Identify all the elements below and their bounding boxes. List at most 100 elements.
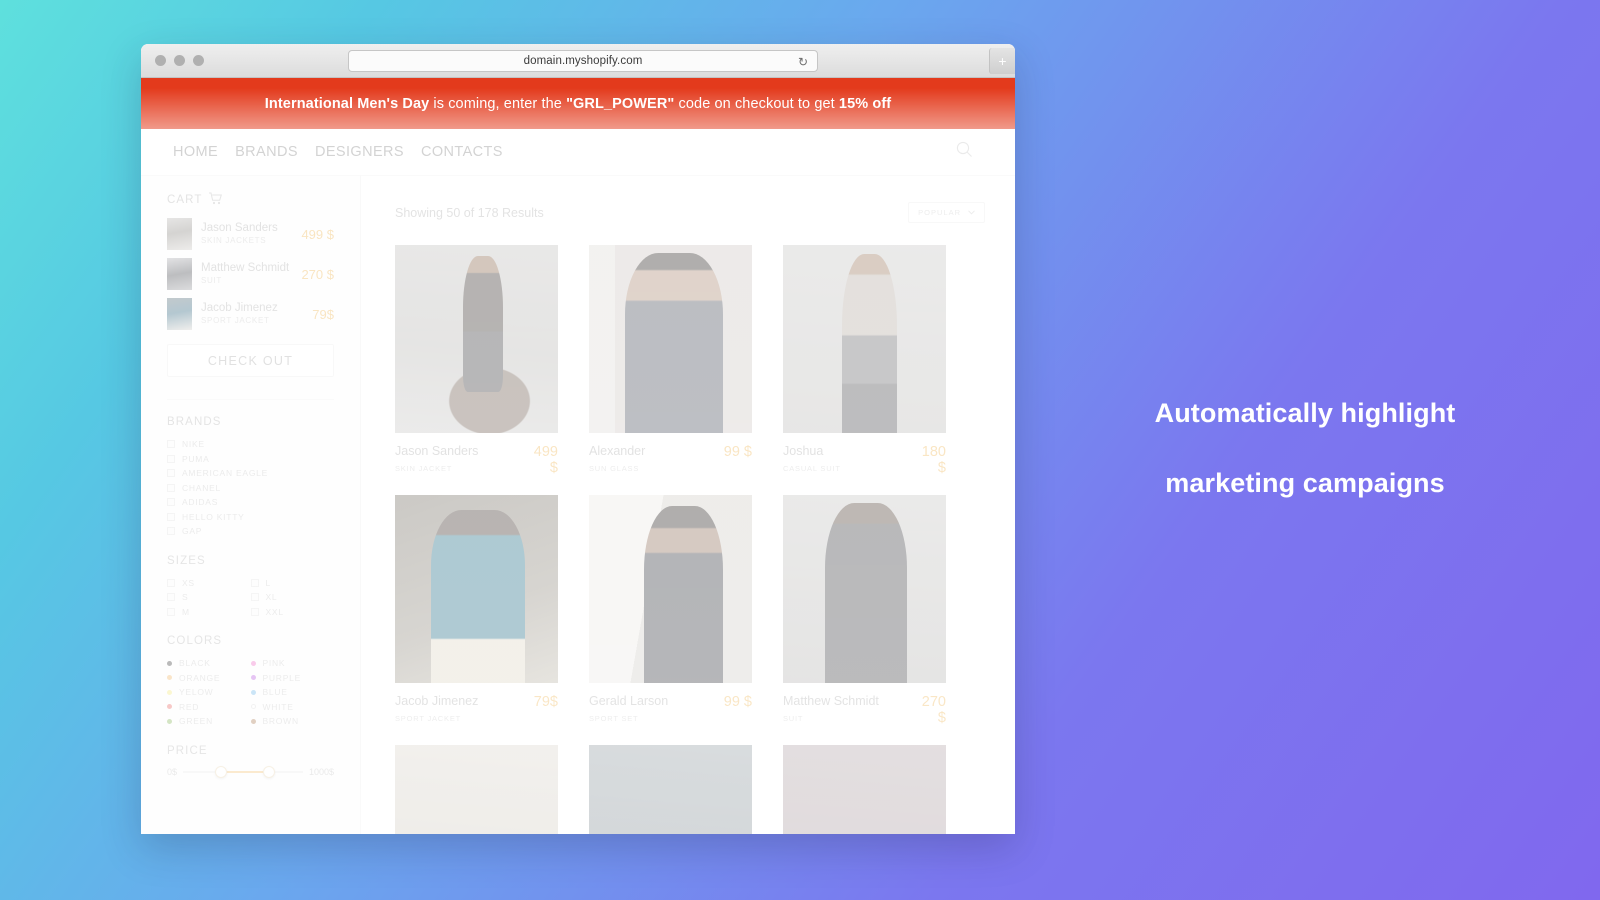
headline-line-1: Automatically highlight bbox=[1154, 398, 1456, 428]
product-image[interactable] bbox=[783, 495, 946, 683]
product-card[interactable]: Jacob Jimenez SPORT JACKET 79$ bbox=[395, 495, 558, 726]
color-swatch-icon bbox=[167, 718, 172, 724]
nav-item-designers[interactable]: DESIGNERS bbox=[315, 144, 404, 160]
product-text: Jason Sanders SKIN JACKET bbox=[395, 444, 478, 475]
product-card[interactable] bbox=[783, 745, 946, 834]
color-option-blue[interactable]: BLUE bbox=[250, 685, 335, 700]
checkbox-icon[interactable] bbox=[250, 607, 259, 616]
product-card[interactable]: Jason Sanders SKIN JACKET 499 $ bbox=[395, 245, 558, 476]
brand-option-gap[interactable]: GAP bbox=[167, 524, 334, 539]
size-option-xxl[interactable]: XXL bbox=[250, 605, 335, 620]
product-image[interactable] bbox=[395, 245, 558, 433]
cart-item[interactable]: Jason Sanders SKIN JACKETS 499 $ bbox=[167, 218, 334, 250]
color-option-red[interactable]: RED bbox=[167, 700, 251, 715]
size-option-m[interactable]: M bbox=[167, 605, 251, 620]
checkbox-icon[interactable] bbox=[167, 483, 175, 492]
cart-item-thumbnail bbox=[167, 258, 192, 290]
marketing-headline: Automatically highlight marketing campai… bbox=[1040, 378, 1570, 518]
size-option-xl[interactable]: XL bbox=[250, 590, 335, 605]
brand-label: HELLO KITTY bbox=[182, 511, 245, 522]
new-tab-button[interactable]: + bbox=[989, 48, 1015, 74]
checkbox-icon[interactable] bbox=[167, 498, 175, 507]
product-image[interactable] bbox=[783, 745, 946, 834]
checkbox-icon[interactable] bbox=[250, 578, 259, 587]
results-count: Showing 50 of 178 Results bbox=[395, 205, 544, 220]
color-swatch-icon bbox=[167, 704, 172, 710]
size-option-l[interactable]: L bbox=[250, 576, 335, 591]
size-option-xs[interactable]: XS bbox=[167, 576, 251, 591]
checkbox-icon[interactable] bbox=[167, 454, 175, 463]
minimize-window-button[interactable] bbox=[174, 55, 185, 66]
color-swatch-icon bbox=[250, 675, 256, 681]
sizes-filter: SIZES XS S M L XL XXL bbox=[167, 555, 334, 620]
product-card[interactable]: Joshua CASUAL SUIT 180 $ bbox=[783, 245, 946, 476]
sizes-column-1: XS S M bbox=[167, 576, 251, 620]
brand-option-adidas[interactable]: ADIDAS bbox=[167, 495, 334, 510]
color-option-yelow[interactable]: YELOW bbox=[167, 685, 251, 700]
nav-item-brands[interactable]: BRANDS bbox=[235, 144, 298, 160]
checkbox-icon[interactable] bbox=[167, 607, 175, 616]
checkbox-icon[interactable] bbox=[250, 593, 259, 602]
checkbox-icon[interactable] bbox=[167, 440, 175, 449]
product-card[interactable] bbox=[395, 745, 558, 834]
price-slider-handle-max[interactable] bbox=[263, 765, 276, 778]
checkbox-icon[interactable] bbox=[167, 527, 175, 536]
cart-item-thumbnail bbox=[167, 298, 192, 330]
sizes-filter-title: SIZES bbox=[167, 554, 206, 567]
product-image[interactable] bbox=[783, 245, 946, 433]
search-icon[interactable] bbox=[956, 141, 973, 163]
price-slider-track[interactable] bbox=[183, 765, 303, 778]
checkbox-icon[interactable] bbox=[167, 578, 175, 587]
color-option-white[interactable]: WHITE bbox=[250, 700, 335, 715]
product-image[interactable] bbox=[589, 245, 752, 433]
checkbox-icon[interactable] bbox=[167, 593, 175, 602]
checkbox-icon[interactable] bbox=[167, 512, 175, 521]
product-card[interactable]: Gerald Larson SPORT SET 99 $ bbox=[589, 495, 752, 726]
product-category: SPORT JACKET bbox=[395, 714, 462, 723]
reload-icon[interactable]: ↻ bbox=[798, 54, 808, 70]
zoom-window-button[interactable] bbox=[193, 55, 204, 66]
product-image[interactable] bbox=[589, 745, 752, 834]
browser-window: domain.myshopify.com ↻ + International M… bbox=[141, 44, 1015, 834]
nav-item-contacts[interactable]: CONTACTS bbox=[421, 144, 503, 160]
color-swatch-icon bbox=[167, 689, 172, 695]
color-label: WHITE bbox=[262, 701, 294, 712]
product-image[interactable] bbox=[395, 745, 558, 834]
sort-dropdown[interactable]: POPULAR bbox=[908, 202, 985, 223]
brand-option-hello-kitty[interactable]: HELLO KITTY bbox=[167, 510, 334, 525]
checkbox-icon[interactable] bbox=[167, 469, 175, 478]
chevron-down-icon bbox=[968, 208, 975, 217]
cart-item[interactable]: Matthew Schmidt SUIT 270 $ bbox=[167, 258, 334, 290]
cart-item[interactable]: Jacob Jimenez SPORT JACKET 79$ bbox=[167, 298, 334, 330]
color-option-green[interactable]: GREEN bbox=[167, 714, 251, 729]
nav-item-home[interactable]: HOME bbox=[173, 144, 218, 160]
address-bar[interactable]: domain.myshopify.com ↻ bbox=[348, 50, 818, 72]
product-name: Jason Sanders bbox=[395, 444, 479, 458]
promo-mid2: code on checkout to get bbox=[674, 95, 839, 112]
color-option-brown[interactable]: BROWN bbox=[250, 714, 335, 729]
price-slider[interactable]: 0$ 1000$ bbox=[167, 765, 334, 778]
promo-banner: International Men's Day is coming, enter… bbox=[141, 78, 1015, 129]
product-card[interactable]: Alexander SUN GLASS 99 $ bbox=[589, 245, 752, 476]
color-label: ORANGE bbox=[179, 672, 221, 683]
product-image[interactable] bbox=[589, 495, 752, 683]
color-option-purple[interactable]: PURPLE bbox=[250, 671, 335, 686]
brand-option-puma[interactable]: PUMA bbox=[167, 452, 334, 467]
brand-option-nike[interactable]: NIKE bbox=[167, 437, 334, 452]
sidebar-divider bbox=[167, 399, 334, 400]
color-option-orange[interactable]: ORANGE bbox=[167, 671, 251, 686]
product-card[interactable] bbox=[589, 745, 752, 834]
product-image[interactable] bbox=[395, 495, 558, 683]
close-window-button[interactable] bbox=[155, 55, 166, 66]
size-option-s[interactable]: S bbox=[167, 590, 251, 605]
colors-filter-title: COLORS bbox=[167, 635, 223, 647]
brand-option-chanel[interactable]: CHANEL bbox=[167, 481, 334, 496]
color-option-pink[interactable]: PINK bbox=[250, 656, 335, 671]
product-card[interactable]: Matthew Schmidt SUIT 270 $ bbox=[783, 495, 946, 726]
price-slider-handle-min[interactable] bbox=[215, 765, 228, 778]
color-option-black[interactable]: BLACK bbox=[167, 656, 251, 671]
cart-item-name: Jacob Jimenez bbox=[201, 302, 278, 314]
product-category: SKIN JACKET bbox=[395, 464, 453, 473]
checkout-button[interactable]: CHECK OUT bbox=[167, 344, 334, 377]
brand-option-american-eagle[interactable]: AMERICAN EAGLE bbox=[167, 466, 334, 481]
